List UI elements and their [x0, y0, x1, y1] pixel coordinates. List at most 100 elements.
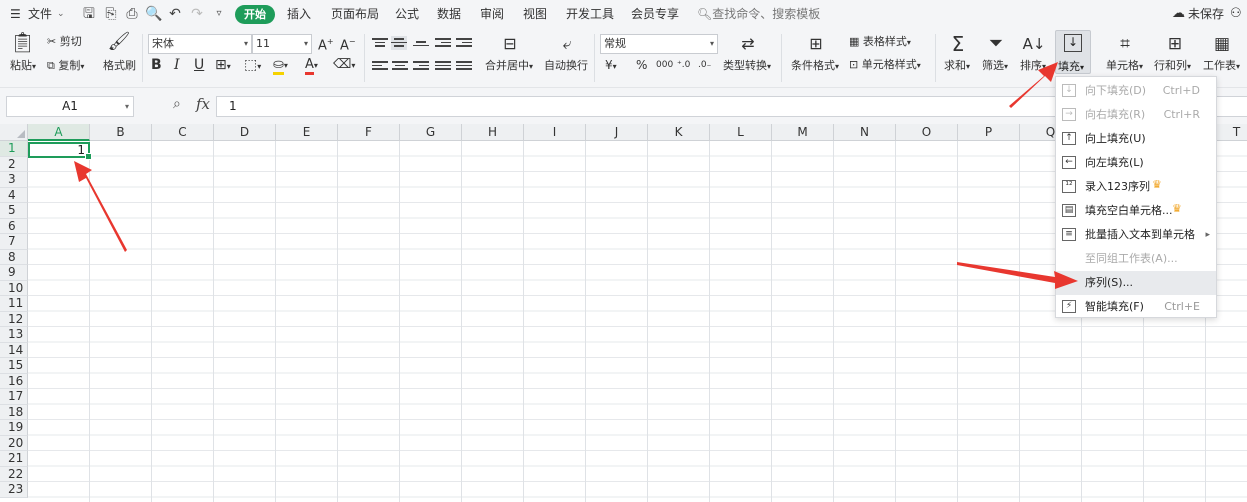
- justify-icon[interactable]: [435, 59, 451, 73]
- underline-icon[interactable]: U: [194, 57, 204, 73]
- row-header-5[interactable]: 5: [0, 203, 28, 219]
- command-search[interactable]: 🔍︎查找命令、搜索模板: [697, 0, 820, 28]
- tab-insert[interactable]: 插入: [287, 0, 311, 28]
- fill-button[interactable]: ↓ 填充▾: [1055, 30, 1091, 74]
- chevron-down-icon[interactable]: ⌄: [57, 0, 65, 28]
- fill-menu-item-4[interactable]: ¹² 录入123序列 ♛: [1056, 175, 1216, 199]
- align-middle-icon[interactable]: [391, 36, 407, 50]
- align-center-icon[interactable]: [392, 59, 408, 73]
- fill-shape-icon[interactable]: ⬚▾: [244, 57, 261, 75]
- column-header-g[interactable]: G: [400, 124, 462, 141]
- column-header-o[interactable]: O: [896, 124, 958, 141]
- increase-decimal-icon[interactable]: ⁺.0: [677, 57, 690, 73]
- bold-icon[interactable]: B: [151, 57, 162, 73]
- row-header-4[interactable]: 4: [0, 187, 28, 203]
- fill-menu-item-3[interactable]: ← 向左填充(L): [1056, 151, 1216, 175]
- row-header-17[interactable]: 17: [0, 389, 28, 405]
- number-format-select[interactable]: 常规 ▾: [600, 34, 718, 54]
- row-header-10[interactable]: 10: [0, 280, 28, 296]
- sum-button[interactable]: 求和▾: [944, 59, 970, 74]
- merge-center-icon[interactable]: ⊟: [498, 34, 522, 54]
- customize-toolbar-icon[interactable]: ▿: [211, 6, 227, 22]
- row-header-2[interactable]: 2: [0, 156, 28, 172]
- column-header-b[interactable]: B: [90, 124, 152, 141]
- column-header-m[interactable]: M: [772, 124, 834, 141]
- fill-menu-item-8[interactable]: 序列(S)...: [1056, 271, 1216, 295]
- column-header-e[interactable]: E: [276, 124, 338, 141]
- row-header-3[interactable]: 3: [0, 172, 28, 188]
- merge-center-button[interactable]: 合并居中▾: [485, 59, 533, 74]
- font-color-icon[interactable]: A▾: [305, 57, 318, 75]
- cell-a1[interactable]: 1: [28, 142, 92, 160]
- save-status[interactable]: 未保存: [1188, 0, 1224, 28]
- column-header-j[interactable]: J: [586, 124, 648, 141]
- border-icon[interactable]: ⊞▾: [215, 57, 231, 75]
- column-header-c[interactable]: C: [152, 124, 214, 141]
- hamburger-icon[interactable]: ☰: [10, 0, 21, 28]
- row-header-9[interactable]: 9: [0, 265, 28, 281]
- fill-menu-item-6[interactable]: ≡ 批量插入文本到单元格 ▸: [1056, 223, 1216, 247]
- align-right-icon[interactable]: [413, 59, 429, 73]
- font-size-select[interactable]: 11 ▾: [252, 34, 312, 54]
- paste-button[interactable]: 粘贴▾: [10, 59, 36, 74]
- tab-formulas[interactable]: 公式: [395, 0, 419, 28]
- row-header-15[interactable]: 15: [0, 358, 28, 374]
- save-icon[interactable]: 🖫: [81, 6, 97, 22]
- column-header-k[interactable]: K: [648, 124, 710, 141]
- fill-menu-item-2[interactable]: ↑ 向上填充(U): [1056, 127, 1216, 151]
- fill-menu-item-7[interactable]: 至同组工作表(A)...: [1056, 247, 1216, 271]
- row-col-icon[interactable]: ⊞: [1163, 34, 1187, 54]
- indent-decrease-icon[interactable]: [435, 36, 451, 50]
- align-left-icon[interactable]: [372, 59, 388, 73]
- wrap-text-button[interactable]: 自动换行: [544, 59, 588, 73]
- fill-menu-item-9[interactable]: ⚡ 智能填充(F) Ctrl+E: [1056, 295, 1216, 319]
- font-name-select[interactable]: 宋体 ▾: [148, 34, 252, 54]
- row-header-21[interactable]: 21: [0, 451, 28, 467]
- print-icon[interactable]: ⎙: [124, 6, 140, 22]
- cell-button[interactable]: 单元格▾: [1106, 59, 1143, 74]
- tab-review[interactable]: 审阅: [480, 0, 504, 28]
- row-header-11[interactable]: 11: [0, 296, 28, 312]
- decrease-font-icon[interactable]: A−: [340, 34, 356, 54]
- copy-button[interactable]: ⧉ 复制▾: [47, 58, 84, 75]
- column-header-d[interactable]: D: [214, 124, 276, 141]
- fill-menu-item-0[interactable]: ↓ 向下填充(D) Ctrl+D: [1056, 79, 1216, 103]
- sheet-button[interactable]: 工作表▾: [1203, 59, 1240, 74]
- conditional-format-button[interactable]: 条件格式▾: [791, 59, 839, 74]
- cut-button[interactable]: ✂ 剪切: [47, 34, 82, 50]
- row-header-14[interactable]: 14: [0, 342, 28, 358]
- row-header-19[interactable]: 19: [0, 420, 28, 436]
- filter-button[interactable]: 筛选▾: [982, 59, 1008, 74]
- row-header-16[interactable]: 16: [0, 373, 28, 389]
- tab-view[interactable]: 视图: [523, 0, 547, 28]
- table-style-button[interactable]: ▦ 表格样式▾: [849, 34, 911, 51]
- row-header-18[interactable]: 18: [0, 404, 28, 420]
- row-header-1[interactable]: 1: [0, 141, 28, 157]
- redo-icon[interactable]: ↷: [189, 6, 205, 22]
- percent-icon[interactable]: %: [636, 57, 647, 73]
- filter-icon[interactable]: ⏷: [984, 34, 1008, 54]
- type-convert-button[interactable]: 类型转换▾: [723, 59, 771, 74]
- tab-data[interactable]: 数据: [437, 0, 461, 28]
- format-painter-button[interactable]: 格式刷: [103, 59, 136, 73]
- column-header-l[interactable]: L: [710, 124, 772, 141]
- select-all-corner[interactable]: [0, 124, 28, 141]
- tab-page-layout[interactable]: 页面布局: [331, 0, 379, 28]
- conditional-format-icon[interactable]: ⊞: [804, 34, 828, 54]
- undo-icon[interactable]: ↶: [167, 6, 183, 22]
- export-icon[interactable]: ⎘: [103, 6, 119, 22]
- name-box[interactable]: A1 ▾: [6, 96, 134, 117]
- sort-button[interactable]: 排序▾: [1020, 59, 1046, 74]
- wrap-text-icon[interactable]: ⤶: [555, 34, 579, 54]
- row-header-22[interactable]: 22: [0, 466, 28, 482]
- align-top-icon[interactable]: [372, 36, 388, 50]
- fill-color-icon[interactable]: ⛀▾: [273, 57, 288, 75]
- format-painter-icon[interactable]: 🖌︎: [107, 32, 131, 52]
- row-col-button[interactable]: 行和列▾: [1154, 59, 1191, 74]
- row-header-23[interactable]: 23: [0, 482, 28, 498]
- decrease-decimal-icon[interactable]: .0₋: [698, 57, 711, 73]
- indent-increase-icon[interactable]: [456, 36, 472, 50]
- row-header-8[interactable]: 8: [0, 249, 28, 265]
- sort-icon[interactable]: A↓: [1022, 34, 1046, 54]
- cell-style-button[interactable]: ⊡ 单元格样式▾: [849, 57, 921, 74]
